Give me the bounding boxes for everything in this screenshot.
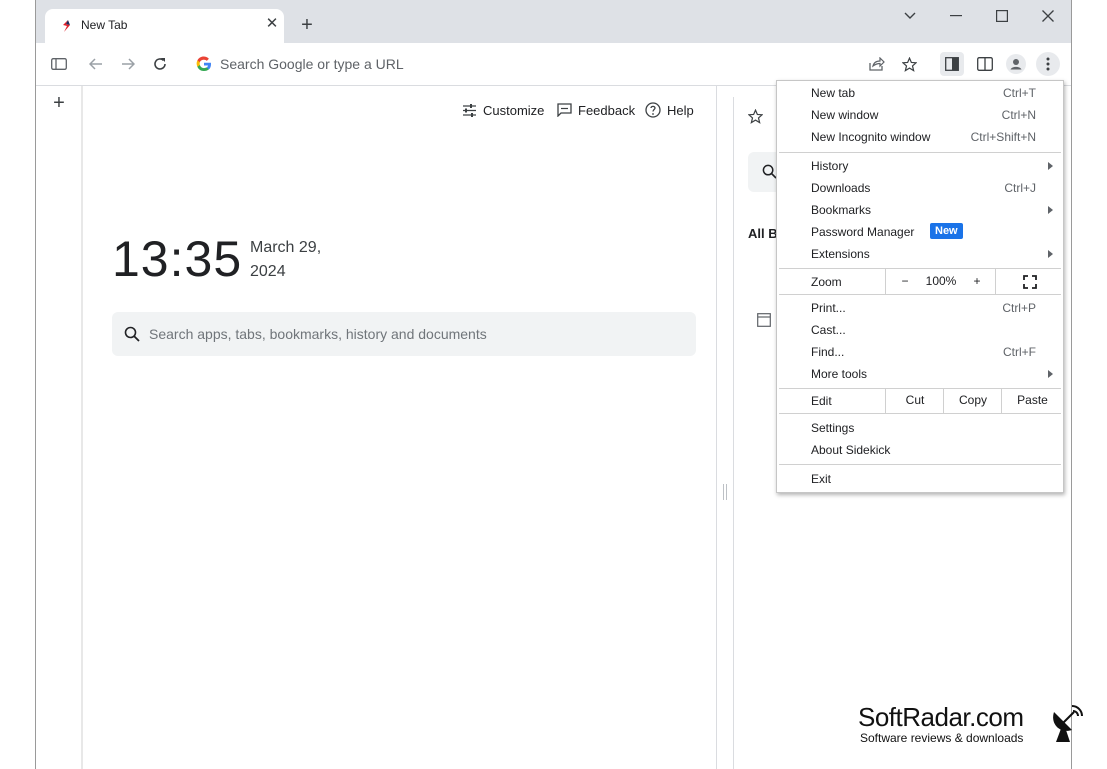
menu-item-new-window[interactable]: New window Ctrl+N [777, 104, 1063, 126]
zoom-in-button[interactable]: + [959, 269, 995, 294]
menu-row-zoom: Zoom − 100% + [777, 269, 1063, 294]
share-icon[interactable] [865, 52, 889, 76]
search-icon [124, 326, 140, 342]
forward-arrow-icon[interactable] [116, 52, 140, 76]
menu-kebab-icon[interactable] [1036, 52, 1060, 76]
split-view-icon[interactable] [973, 52, 997, 76]
menu-item-new-tab[interactable]: New tab Ctrl+T [777, 82, 1063, 104]
feedback-label: Feedback [578, 102, 636, 118]
ntp-search-placeholder: Search apps, tabs, bookmarks, history an… [149, 326, 487, 342]
submenu-arrow-icon [1048, 162, 1053, 170]
customize-button[interactable]: Customize [462, 101, 544, 119]
zoom-level: 100% [925, 274, 957, 288]
search-icon [762, 164, 777, 179]
sidebar-toggle-icon[interactable] [47, 52, 71, 76]
menu-item-new-incognito[interactable]: New Incognito window Ctrl+Shift+N [777, 126, 1063, 148]
back-arrow-icon[interactable] [84, 52, 108, 76]
submenu-arrow-icon [1048, 370, 1053, 378]
menu-item-find[interactable]: Find... Ctrl+F [777, 341, 1063, 363]
menu-item-cast[interactable]: Cast... [777, 319, 1063, 341]
paste-button[interactable]: Paste [1001, 388, 1063, 413]
menu-item-history[interactable]: History [777, 155, 1063, 177]
feedback-button[interactable]: Feedback [557, 101, 635, 119]
customize-label: Customize [483, 102, 545, 118]
cut-button[interactable]: Cut [885, 388, 944, 413]
clock-date: March 29, 2024 [250, 239, 322, 280]
zoom-out-button[interactable]: − [885, 269, 924, 294]
bookmark-star-icon[interactable] [748, 109, 763, 124]
feedback-icon [557, 103, 572, 117]
satellite-dish-icon [1053, 705, 1083, 742]
menu-item-about[interactable]: About Sidekick [777, 439, 1063, 461]
menu-item-password-manager[interactable]: Password Manager New [777, 221, 1063, 243]
menu-item-settings[interactable]: Settings [777, 417, 1063, 439]
close-window-icon[interactable] [1034, 6, 1062, 26]
menu-item-extensions[interactable]: Extensions [777, 243, 1063, 265]
page-icon [757, 313, 771, 327]
tab-new-tab[interactable]: New Tab ✕ [45, 9, 284, 43]
app-menu: New tab Ctrl+T New window Ctrl+N New Inc… [776, 80, 1064, 493]
help-label: Help [667, 102, 694, 118]
new-badge: New [930, 223, 963, 239]
panel-resize-handle[interactable] [722, 484, 728, 500]
menu-row-edit: Edit Cut Copy Paste [777, 388, 1063, 413]
omnibox-placeholder: Search Google or type a URL [220, 56, 404, 72]
menu-item-downloads[interactable]: Downloads Ctrl+J [777, 177, 1063, 199]
menu-item-more-tools[interactable]: More tools [777, 363, 1063, 385]
menu-item-bookmarks[interactable]: Bookmarks [777, 199, 1063, 221]
watermark-name: SoftRadar.com [858, 702, 1024, 732]
tab-strip: New Tab ✕ + [36, 0, 1071, 43]
clock-time: 13:35 [112, 231, 243, 287]
sidekick-logo-icon [63, 20, 70, 32]
menu-divider [779, 464, 1061, 465]
reload-icon[interactable] [148, 52, 172, 76]
softradar-watermark: SoftRadar.com Software reviews & downloa… [858, 702, 1088, 762]
left-rail: + [36, 86, 83, 769]
watermark-tagline: Software reviews & downloads [860, 731, 1024, 745]
omnibox[interactable]: Search Google or type a URL [188, 48, 848, 80]
menu-item-exit[interactable]: Exit [777, 468, 1063, 490]
side-panel-icon[interactable] [940, 52, 964, 76]
help-icon [645, 102, 661, 118]
fullscreen-button[interactable] [995, 269, 1063, 294]
submenu-arrow-icon [1048, 206, 1053, 214]
copy-button[interactable]: Copy [943, 388, 1002, 413]
submenu-arrow-icon [1048, 250, 1053, 258]
google-g-icon [196, 56, 211, 72]
ntp-search-box[interactable]: Search apps, tabs, bookmarks, history an… [112, 312, 696, 356]
menu-item-print[interactable]: Print... Ctrl+P [777, 297, 1063, 319]
tab-title: New Tab [81, 18, 128, 32]
menu-divider [779, 152, 1061, 153]
menu-divider [779, 413, 1061, 414]
new-tab-page: Customize Feedback Help 13:35 March 29, … [83, 86, 717, 769]
help-button[interactable]: Help [645, 101, 694, 119]
new-tab-button[interactable]: + [296, 14, 318, 36]
fullscreen-icon [1022, 275, 1037, 289]
sliders-icon [463, 103, 476, 117]
add-app-button[interactable]: + [48, 92, 70, 114]
profile-avatar-icon[interactable] [1004, 52, 1028, 76]
maximize-icon[interactable] [988, 6, 1016, 26]
tab-close-icon[interactable]: ✕ [263, 15, 281, 33]
minimize-icon[interactable] [942, 6, 970, 26]
menu-divider [779, 294, 1061, 295]
bookmark-star-icon[interactable] [897, 52, 921, 76]
tab-search-chevron-icon[interactable] [896, 6, 924, 26]
